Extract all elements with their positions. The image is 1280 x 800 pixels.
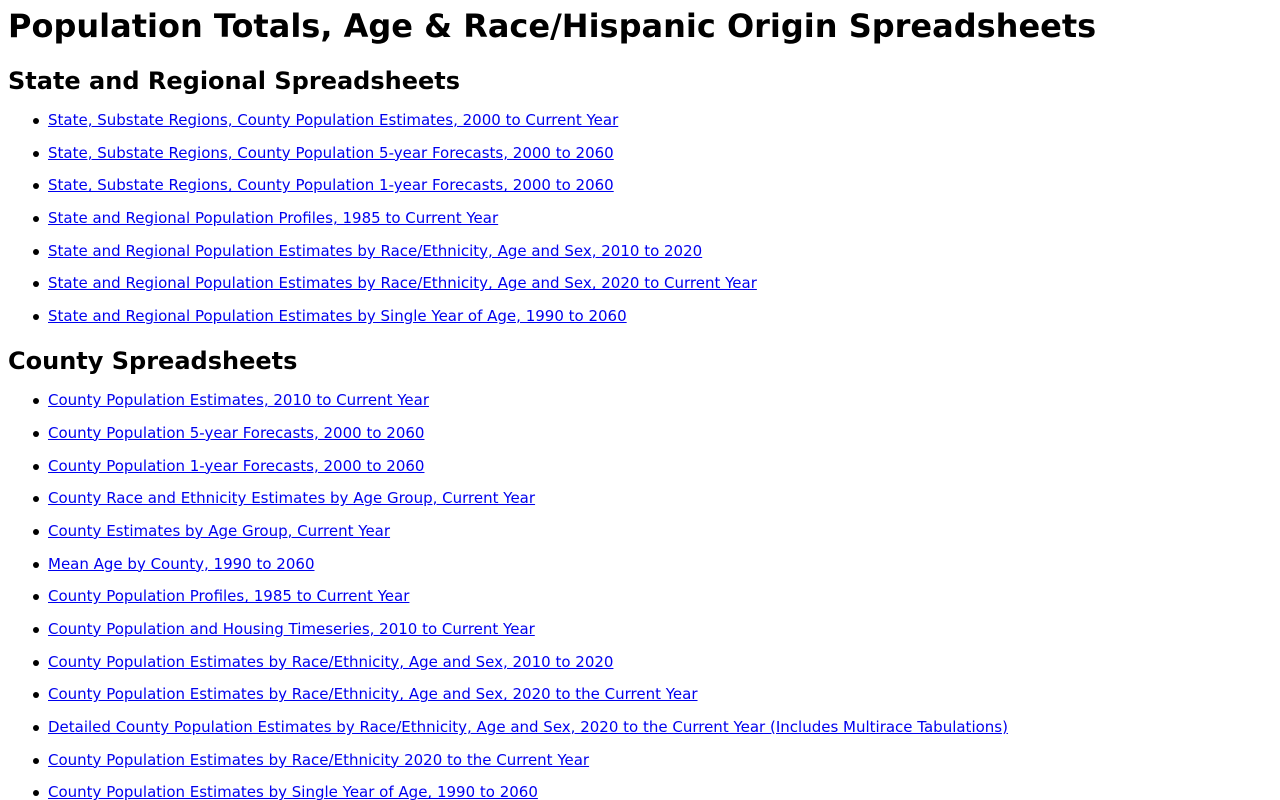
spreadsheet-link[interactable]: State, Substate Regions, County Populati… xyxy=(48,111,618,129)
list-item: County Estimates by Age Group, Current Y… xyxy=(33,521,1272,541)
bullet-icon xyxy=(33,561,39,568)
spreadsheet-link[interactable]: County Race and Ethnicity Estimates by A… xyxy=(48,489,535,507)
spreadsheet-link[interactable]: State, Substate Regions, County Populati… xyxy=(48,176,614,194)
spreadsheet-link[interactable]: County Population Estimates by Race/Ethn… xyxy=(48,751,589,769)
list-item: County Population Estimates by Single Ye… xyxy=(33,782,1272,800)
spreadsheet-link[interactable]: State and Regional Population Estimates … xyxy=(48,274,757,292)
spreadsheet-link[interactable]: County Estimates by Age Group, Current Y… xyxy=(48,522,390,540)
bullet-icon xyxy=(33,430,39,437)
bullet-icon xyxy=(33,248,39,255)
bullet-icon xyxy=(33,790,39,797)
list-item: County Population and Housing Timeseries… xyxy=(33,619,1272,639)
list-item: County Population Estimates, 2010 to Cur… xyxy=(33,390,1272,410)
spreadsheet-link[interactable]: Detailed County Population Estimates by … xyxy=(48,718,1008,736)
bullet-icon xyxy=(33,626,39,633)
spreadsheet-link[interactable]: State and Regional Population Profiles, … xyxy=(48,209,498,227)
spreadsheet-link[interactable]: County Population Estimates, 2010 to Cur… xyxy=(48,391,429,409)
spreadsheet-link[interactable]: County Population and Housing Timeseries… xyxy=(48,620,535,638)
bullet-icon xyxy=(33,216,39,223)
list-item: State and Regional Population Profiles, … xyxy=(33,208,1272,228)
spreadsheet-link[interactable]: County Population Estimates by Race/Ethn… xyxy=(48,653,613,671)
list-item: County Population Estimates by Race/Ethn… xyxy=(33,684,1272,704)
list-item: State and Regional Population Estimates … xyxy=(33,273,1272,293)
bullet-icon xyxy=(33,594,39,601)
page-content: Population Totals, Age & Race/Hispanic O… xyxy=(0,6,1280,800)
list-item: State, Substate Regions, County Populati… xyxy=(33,110,1272,130)
bullet-icon xyxy=(33,659,39,666)
spreadsheet-link[interactable]: County Population 1-year Forecasts, 2000… xyxy=(48,457,424,475)
list-item: County Population Estimates by Race/Ethn… xyxy=(33,750,1272,770)
bullet-icon xyxy=(33,463,39,470)
list-item: Detailed County Population Estimates by … xyxy=(33,717,1272,737)
bullet-icon xyxy=(33,118,39,124)
list-item: County Population Profiles, 1985 to Curr… xyxy=(33,586,1272,606)
spreadsheet-link[interactable]: State and Regional Population Estimates … xyxy=(48,242,702,260)
list-item: State, Substate Regions, County Populati… xyxy=(33,175,1272,195)
list-item: County Race and Ethnicity Estimates by A… xyxy=(33,488,1272,508)
bullet-icon xyxy=(33,528,39,535)
bullet-icon xyxy=(33,725,39,731)
spreadsheet-link[interactable]: County Population Estimates by Race/Ethn… xyxy=(48,685,698,703)
bullet-icon xyxy=(33,150,39,157)
spreadsheet-link[interactable]: State and Regional Population Estimates … xyxy=(48,307,627,325)
spreadsheet-link[interactable]: Mean Age by County, 1990 to 2060 xyxy=(48,555,314,573)
bullet-icon xyxy=(33,496,39,503)
list-item: State and Regional Population Estimates … xyxy=(33,241,1272,261)
spreadsheet-link[interactable]: County Population Profiles, 1985 to Curr… xyxy=(48,587,409,605)
spreadsheet-link[interactable]: County Population 5-year Forecasts, 2000… xyxy=(48,424,424,442)
list-item: State, Substate Regions, County Populati… xyxy=(33,143,1272,163)
spreadsheet-link[interactable]: State, Substate Regions, County Populati… xyxy=(48,144,614,162)
bullet-icon xyxy=(33,281,39,288)
list-item: County Population 5-year Forecasts, 2000… xyxy=(33,423,1272,443)
list-item: County Population 1-year Forecasts, 2000… xyxy=(33,456,1272,476)
list-item: County Population Estimates by Race/Ethn… xyxy=(33,652,1272,672)
bullet-icon xyxy=(33,757,39,764)
section-heading-state-regional: State and Regional Spreadsheets xyxy=(8,67,461,95)
page-title: Population Totals, Age & Race/Hispanic O… xyxy=(8,7,1097,45)
county-link-list: County Population Estimates, 2010 to Cur… xyxy=(8,390,1272,800)
list-item: State and Regional Population Estimates … xyxy=(33,306,1272,326)
state-regional-link-list: State, Substate Regions, County Populati… xyxy=(8,110,1272,326)
section-heading-county: County Spreadsheets xyxy=(8,347,298,376)
bullet-icon xyxy=(33,692,39,699)
bullet-icon xyxy=(33,183,39,190)
bullet-icon xyxy=(33,398,39,405)
bullet-icon xyxy=(33,314,39,321)
list-item: Mean Age by County, 1990 to 2060 xyxy=(33,554,1272,574)
spreadsheet-link[interactable]: County Population Estimates by Single Ye… xyxy=(48,783,538,800)
